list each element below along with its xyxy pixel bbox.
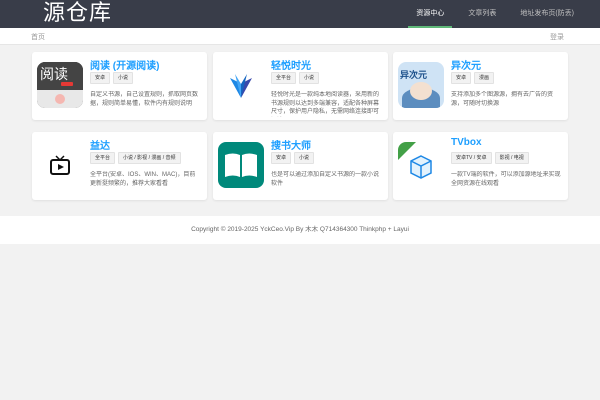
breadcrumb-home-link[interactable]: 首页 — [31, 32, 45, 42]
open-book-icon — [218, 142, 264, 188]
login-link[interactable]: 登录 — [550, 32, 564, 42]
tv-play-icon — [37, 142, 83, 188]
tag: 小说 — [294, 152, 315, 164]
tag: 影视 / 电视 — [494, 152, 529, 164]
tag: 安卓 — [90, 72, 111, 84]
card-description: 支持添加多个图源源，拥有去广告的资源，可随时切换源 — [451, 92, 554, 107]
app-card-qingyue[interactable]: 轻悦时光 全平台 小说 轻悦时光是一款纯本地阅读器，采用新的书源规则以达到多端兼… — [213, 52, 388, 120]
card-description: 自定义书源，自己设置规则，抓取网页数据，规则简单易懂，软件内有规则说明 — [90, 92, 199, 107]
card-title[interactable]: 异次元 — [451, 57, 481, 72]
app-card-yiciyuan[interactable]: 异次元 异次元 安卓 漫画 支持添加多个图源源，拥有去广告的资源，可随时切换源 — [393, 52, 568, 120]
tag-list: 安卓TV / 安卓 影视 / 电视 — [451, 152, 529, 164]
card-title[interactable]: 阅读 (开源阅读) — [90, 57, 159, 72]
tvbox-cube-icon — [398, 142, 444, 188]
card-title[interactable]: 轻悦时光 — [271, 57, 311, 72]
tag: 全平台 — [90, 152, 116, 164]
card-title[interactable]: TVbox — [451, 137, 482, 148]
nav-article-list[interactable]: 文章列表 — [456, 0, 508, 28]
card-description: 全平台(安卓、IOS、WIN、MAC)，目前更新挺频繁的，推荐大家看看 — [90, 172, 196, 187]
site-logo[interactable]: 源仓库 — [43, 1, 112, 27]
tag: 安卓 — [451, 72, 472, 84]
footer: Copyright © 2019-2025 YckCeo.Vip By 木木 Q… — [0, 216, 600, 244]
main-nav: 资源中心 文章列表 地址发布页(防丢) — [404, 0, 586, 28]
tag-list: 安卓 漫画 — [451, 72, 495, 84]
card-description: 一款TV端的软件，可以添加源地址来实现全网资源在线观看 — [451, 172, 561, 187]
tag: 安卓TV / 安卓 — [451, 152, 492, 164]
nav-resource-center[interactable]: 资源中心 — [404, 0, 456, 28]
footer-copyright: Copyright © 2019-2025 YckCeo.Vip By 木木 Q… — [191, 226, 409, 233]
tag-list: 全平台 小说 / 影视 / 漫画 / 音频 — [90, 152, 181, 164]
app-card-yida[interactable]: 益达 全平台 小说 / 影视 / 漫画 / 音频 全平台(安卓、IOS、WIN、… — [32, 132, 207, 200]
yiciyuan-anime-icon: 异次元 — [398, 62, 444, 108]
card-description: 轻悦时光是一款纯本地阅读器，采用新的书源规则以达到多端兼容，适配各种屏幕尺寸，保… — [271, 92, 380, 115]
card-description: 也是可以通过添加自定义书源的一款小说软件 — [271, 172, 380, 187]
tag: 小说 / 影视 / 漫画 / 音频 — [118, 152, 181, 164]
tag: 全平台 — [271, 72, 297, 84]
card-title[interactable]: 搜书大师 — [271, 137, 311, 152]
tag: 安卓 — [271, 152, 292, 164]
legado-read-app-icon: 阅读 — [37, 62, 83, 108]
tag-list: 全平台 小说 — [271, 72, 320, 84]
breadcrumb: 首页 登录 — [0, 28, 600, 45]
nav-address-page[interactable]: 地址发布页(防丢) — [508, 0, 586, 28]
app-card-legado[interactable]: 阅读 阅读 (开源阅读) 安卓 小说 自定义书源，自己设置规则，抓取网页数据，规… — [32, 52, 207, 120]
tag-list: 安卓 小说 — [90, 72, 134, 84]
tag-list: 安卓 小说 — [271, 152, 315, 164]
qingyue-bird-icon — [218, 62, 264, 108]
top-navbar: 源仓库 资源中心 文章列表 地址发布页(防丢) — [0, 0, 600, 28]
tag: 小说 — [299, 72, 320, 84]
app-card-soushu-dashi[interactable]: 搜书大师 安卓 小说 也是可以通过添加自定义书源的一款小说软件 — [213, 132, 388, 200]
tag: 小说 — [113, 72, 134, 84]
card-title[interactable]: 益达 — [90, 137, 110, 152]
tag: 漫画 — [474, 72, 495, 84]
app-card-tvbox[interactable]: TVbox 安卓TV / 安卓 影视 / 电视 一款TV端的软件，可以添加源地址… — [393, 132, 568, 200]
